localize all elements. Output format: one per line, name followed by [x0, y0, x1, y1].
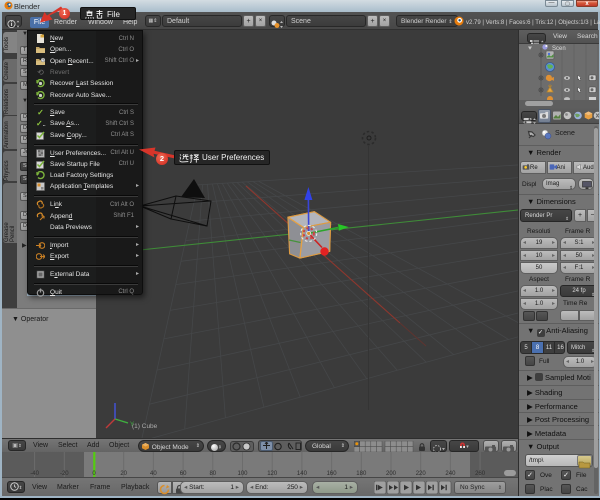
- svg-text:Scen: Scen: [552, 46, 566, 52]
- svg-text:(1) Cube: (1) Cube: [132, 423, 158, 430]
